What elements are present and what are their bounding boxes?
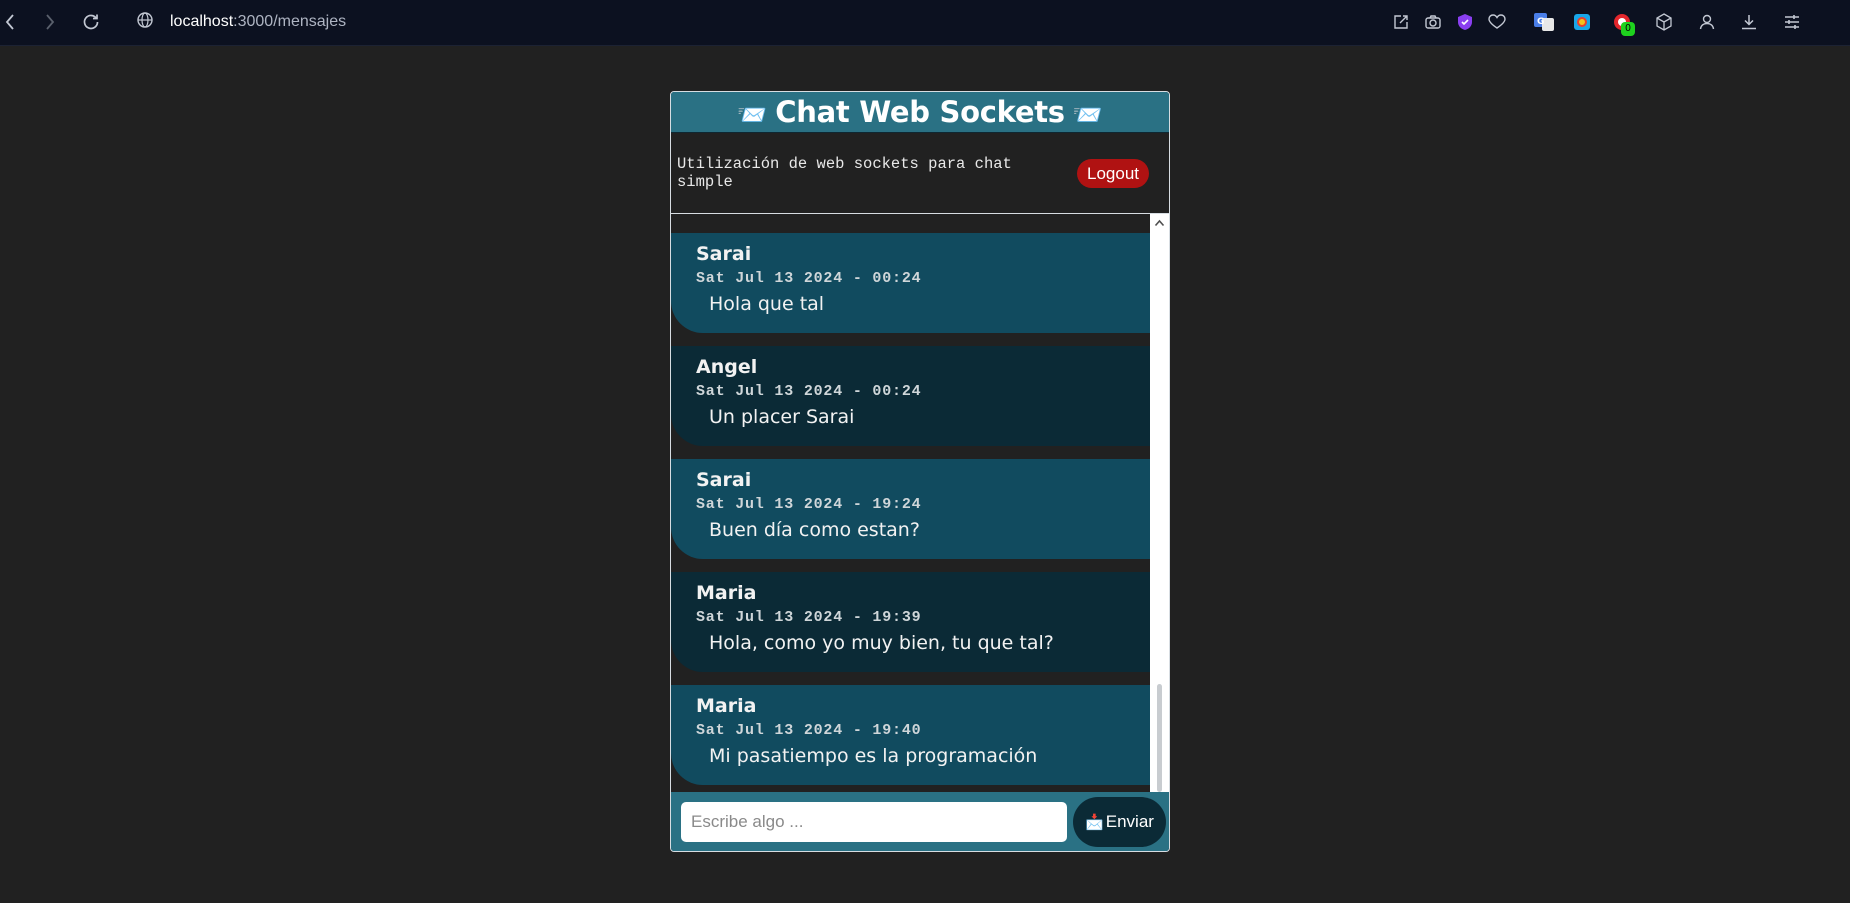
extension-badge-count: 0 [1621,22,1635,36]
message-composer: 📩 Enviar [671,792,1169,851]
message-date: Sat Jul 13 2024 - 00:24 [696,383,922,400]
incoming-envelope-icon-right: 📨 [1072,101,1103,129]
message-input[interactable] [681,802,1067,842]
forward-icon[interactable] [36,9,64,35]
share-icon[interactable] [1387,8,1415,36]
send-button-label: Enviar [1105,812,1154,831]
url-path: :3000/mensajes [233,13,347,30]
message-date: Sat Jul 13 2024 - 19:24 [696,496,922,513]
color-picker-icon[interactable] [1568,8,1596,36]
extension-badge-icon[interactable]: 0 [1608,8,1636,36]
message-date: Sat Jul 13 2024 - 00:24 [696,270,922,287]
url-text[interactable]: localhost:3000/mensajes [170,13,346,31]
translate-icon[interactable]: G [1530,8,1558,36]
chat-subheader: Utilización de web sockets para chat sim… [671,133,1169,214]
message-text: Buen día como estan? [709,519,920,541]
chat-header: 📨 Chat Web Sockets 📨 [671,92,1169,133]
message-sender: Sarai [696,243,752,265]
message-text: Hola, como yo muy bien, tu que tal? [709,632,1054,654]
message-item: Sarai Sat Jul 13 2024 - 19:24 Buen día c… [671,459,1150,559]
site-info-icon[interactable] [136,11,154,33]
message-date: Sat Jul 13 2024 - 19:39 [696,609,922,626]
message-text: Un placer Sarai [709,406,855,428]
heart-icon[interactable] [1483,8,1511,36]
message-item: Angel Sat Jul 13 2024 - 00:24 Un placer … [671,346,1150,446]
message-date: Sat Jul 13 2024 - 19:40 [696,722,922,739]
scrollbar-thumb[interactable] [1157,684,1162,792]
browser-toolbar: localhost:3000/mensajes G 0 [0,0,1850,46]
message-list: Sarai Sat Jul 13 2024 - 00:24 Hola que t… [671,233,1150,792]
settings-sliders-icon[interactable] [1778,8,1806,36]
chat-title: Chat Web Sockets [775,95,1065,129]
incoming-envelope-icon: 📨 [737,101,768,129]
download-icon[interactable] [1735,8,1763,36]
profile-icon[interactable] [1693,8,1721,36]
logout-button[interactable]: Logout [1077,159,1149,188]
message-sender: Sarai [696,469,752,491]
message-text: Hola que tal [709,293,825,315]
envelope-arrow-icon: 📩 [1085,814,1104,831]
camera-icon[interactable] [1419,8,1447,36]
message-sender: Angel [696,356,758,378]
message-sender: Maria [696,695,757,717]
message-item: Maria Sat Jul 13 2024 - 19:39 Hola, como… [671,572,1150,672]
message-sender: Maria [696,582,757,604]
send-button[interactable]: 📩 Enviar [1073,797,1166,847]
chat-container: 📨 Chat Web Sockets 📨 Utilización de web … [670,91,1170,852]
cube-icon[interactable] [1650,8,1678,36]
url-host: localhost [170,13,234,30]
vpn-shield-icon[interactable] [1451,8,1479,36]
messages-scrollbar[interactable] [1150,214,1169,792]
svg-text:G: G [1537,17,1544,27]
back-icon[interactable] [0,9,24,35]
reload-icon[interactable] [77,9,105,35]
scroll-up-arrow-icon[interactable] [1154,219,1165,227]
chat-description: Utilización de web sockets para chat sim… [677,155,1012,191]
message-item: Sarai Sat Jul 13 2024 - 00:24 Hola que t… [671,233,1150,333]
message-text: Mi pasatiempo es la programación [709,745,1038,767]
address-bar[interactable]: localhost:3000/mensajes [136,9,346,35]
message-item: Maria Sat Jul 13 2024 - 19:40 Mi pasatie… [671,685,1150,785]
messages-panel[interactable]: Sarai Sat Jul 13 2024 - 00:24 Hola que t… [671,214,1169,792]
